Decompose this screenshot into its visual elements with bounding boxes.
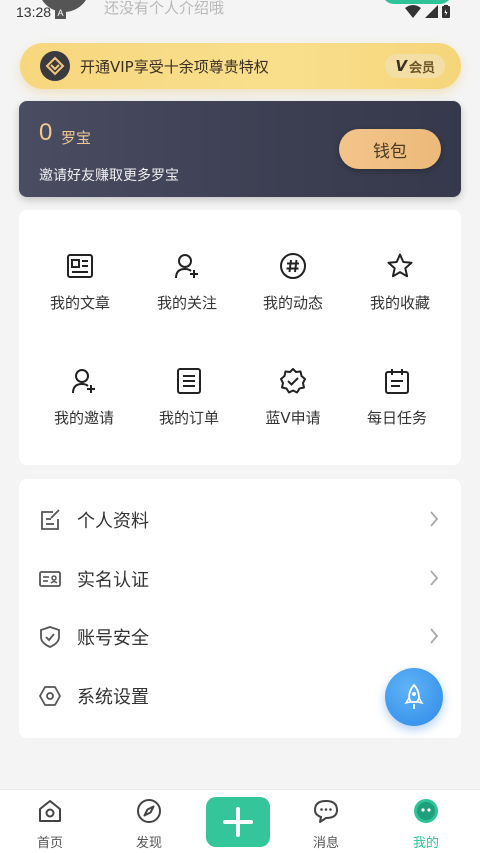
wallet-amount: 0: [39, 119, 53, 146]
grid-item-my-invites[interactable]: 我的邀请: [29, 367, 139, 428]
feature-grid: 我的文章 我的关注 我的动态 我的收藏 我的邀请 我的订单 蓝V申请 每日任务: [19, 210, 461, 465]
compass-icon: [137, 799, 161, 823]
nav-label: 我的: [412, 836, 439, 851]
nav-discover[interactable]: 发现: [109, 798, 189, 851]
wallet-button[interactable]: 钱包: [339, 129, 441, 169]
vip-banner[interactable]: 开通VIP享受十余项尊贵特权 V 会员: [20, 43, 461, 89]
vip-badge-mark: V: [395, 57, 407, 75]
menu-item-account-security[interactable]: 账号安全: [19, 608, 461, 666]
home-icon: [39, 800, 61, 822]
menu-item-profile[interactable]: 个人资料: [19, 491, 461, 549]
nav-label: 首页: [36, 836, 63, 851]
wifi-icon: [405, 5, 421, 18]
bottom-nav: 首页 发现 消息 我的: [0, 789, 480, 853]
grid-item-my-follows[interactable]: 我的关注: [132, 252, 242, 313]
grid-item-daily-tasks[interactable]: 每日任务: [342, 367, 452, 428]
menu-item-real-name[interactable]: 实名认证: [19, 550, 461, 608]
calendar-icon: [385, 369, 409, 394]
grid-item-my-posts[interactable]: 我的动态: [238, 252, 348, 313]
vip-diamond-icon: [40, 51, 70, 81]
hashtag-icon: [280, 253, 306, 279]
vip-badge-label: 会员: [408, 60, 435, 76]
order-icon: [177, 368, 201, 394]
follow-icon: [175, 254, 198, 279]
signal-icon: [425, 5, 438, 18]
star-icon: [387, 253, 413, 278]
menu-item-label: 个人资料: [77, 511, 149, 532]
menu-item-label: 系统设置: [77, 687, 149, 708]
me-icon: [414, 799, 438, 823]
add-post-button[interactable]: [206, 797, 270, 847]
article-icon: [67, 254, 93, 278]
vip-banner-text: 开通VIP享受十余项尊贵特权: [80, 57, 269, 76]
wallet-subtitle[interactable]: 邀请好友赚取更多罗宝: [39, 165, 179, 185]
message-icon: [314, 800, 338, 823]
invite-icon: [72, 369, 95, 394]
chevron-right-icon: [430, 570, 439, 586]
status-time: 13:28 A: [16, 4, 67, 20]
grid-item-label: 每日任务: [366, 409, 427, 427]
grid-item-label: 我的邀请: [53, 409, 114, 427]
grid-item-label: 蓝V申请: [265, 409, 321, 427]
nav-label: 消息: [312, 836, 339, 851]
verified-badge-icon: [280, 368, 306, 394]
settings-icon: [39, 686, 61, 706]
chevron-right-icon: [430, 511, 439, 527]
rocket-fab-button[interactable]: [385, 668, 443, 726]
grid-item-my-articles[interactable]: 我的文章: [25, 252, 135, 313]
shield-icon: [40, 626, 60, 648]
nav-me[interactable]: 我的: [386, 798, 466, 851]
plus-icon: [223, 807, 253, 837]
grid-item-my-favorites[interactable]: 我的收藏: [345, 252, 455, 313]
nav-home[interactable]: 首页: [10, 798, 90, 851]
profile-bio[interactable]: 还没有个人介绍哦: [104, 0, 224, 18]
grid-item-label: 我的动态: [262, 294, 323, 312]
id-card-icon: [39, 571, 61, 587]
battery-icon: [442, 5, 450, 18]
chevron-right-icon: [430, 628, 439, 644]
rocket-icon: [404, 684, 424, 709]
edit-profile-pill[interactable]: [382, 0, 452, 4]
grid-item-label: 我的关注: [156, 294, 217, 312]
grid-item-label: 我的订单: [158, 409, 219, 427]
top-area: 还没有个人介绍哦 13:28 A: [0, 0, 480, 30]
status-time-text: 13:28: [16, 4, 52, 20]
grid-item-label: 我的文章: [49, 294, 110, 312]
menu-item-label: 账号安全: [77, 628, 149, 649]
vip-member-badge: V 会员: [385, 54, 445, 78]
nav-label: 发现: [135, 836, 162, 851]
nav-messages[interactable]: 消息: [286, 798, 366, 851]
wallet-card: 0 罗宝 邀请好友赚取更多罗宝 钱包: [19, 101, 461, 197]
notification-icon: A: [55, 8, 67, 19]
edit-profile-icon: [41, 509, 60, 530]
wallet-unit: 罗宝: [61, 129, 92, 147]
grid-item-blue-v-apply[interactable]: 蓝V申请: [238, 367, 348, 428]
grid-item-label: 我的收藏: [369, 294, 430, 312]
status-icons: [405, 5, 450, 18]
grid-item-my-orders[interactable]: 我的订单: [134, 367, 244, 428]
menu-item-label: 实名认证: [77, 570, 149, 591]
